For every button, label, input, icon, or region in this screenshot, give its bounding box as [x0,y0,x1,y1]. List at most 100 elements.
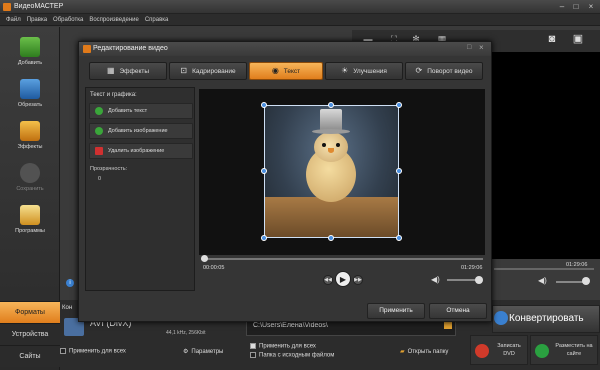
sidebar-effects-button[interactable]: Эффекты [4,117,56,161]
edit-video-dialog: Редактирование видео □ × ▦ Эффекты ⊡ Кадри… [78,41,492,322]
resize-handle-bc[interactable] [328,235,334,241]
resize-handle-mr[interactable] [396,168,402,174]
tab-effects[interactable]: ▦ Эффекты [89,62,167,80]
resize-handle-bl[interactable] [261,235,267,241]
resize-handle-tr[interactable] [396,102,402,108]
convert-icon [494,311,508,325]
apply-button[interactable]: Применить [367,303,425,319]
dvd-icon [475,344,489,358]
dialog-video-preview [199,89,485,255]
folder-icon[interactable]: ▣ [572,34,584,45]
dialog-timeline[interactable] [201,258,483,260]
sidebar-add-label: Добавить [17,60,43,66]
resize-handle-tl[interactable] [261,102,267,108]
sidebar-add-button[interactable]: Добавить [4,33,56,77]
convert-label: Конвертировать [509,313,584,324]
checkbox-box-2[interactable] [250,343,256,349]
play-button[interactable]: ▶ [335,271,351,287]
time-start: 00:00:05 [203,265,225,271]
publish-button[interactable]: Разместить на сайте [530,335,598,365]
tab-text[interactable]: ◉ Текст [249,62,323,80]
main-volume-icon[interactable]: ◀) [538,276,547,285]
resize-handle-tc[interactable] [328,102,334,108]
dialog-maximize-icon[interactable]: □ [467,44,471,51]
tab-rotate-label: Поворот видео [427,68,473,75]
tab-crop[interactable]: ⊡ Кадрирование [169,62,247,80]
add-image-icon [95,127,103,135]
dialog-app-icon [83,45,91,53]
sidebar-crop-button[interactable]: Обрезать [4,75,56,119]
cancel-button[interactable]: Отмена [429,303,487,319]
checkbox-box-3[interactable] [250,352,256,358]
menu-playback[interactable]: Воспроизведение [89,14,139,26]
transparency-label: Прозрачность: [90,166,128,172]
menu-file[interactable]: Файл [6,14,21,26]
timeline-knob[interactable] [201,255,208,262]
convert-button[interactable]: Конвертировать [492,305,600,333]
transparency-value[interactable]: 0 [98,176,101,182]
sidebar-effects-label: Эффекты [17,144,43,150]
menu-edit[interactable]: Правка [27,14,47,26]
maximize-icon[interactable]: □ [570,2,582,12]
publish-label: Разместить на сайте [555,343,593,357]
close-icon[interactable]: × [585,2,597,12]
dialog-title: Редактирование видео [93,45,168,52]
tab-sites[interactable]: Сайты [0,345,60,367]
programs-icon [20,205,40,225]
sidebar-programs-button[interactable]: Программы [4,201,56,245]
snapshot-icon[interactable]: ◙ [546,34,558,45]
source-folder-label: Папка с исходным файлом [259,352,335,359]
menu-bar: Файл Правка Обработка Воспроизведение Справк… [0,14,600,26]
apply-all-checkbox-2[interactable]: Применить для всех [250,343,316,350]
crop-icon [20,79,40,99]
gear-icon: ⚙ [183,349,189,355]
params-label: Параметры [191,349,224,355]
burn-dvd-button[interactable]: Записать DVD [470,335,528,365]
open-folder-label: Открыть папку [407,349,449,355]
remove-image-button[interactable]: Удалить изображение [89,143,193,159]
resize-handle-ml[interactable] [261,168,267,174]
apply-all-label: Применить для всех [69,348,126,355]
checkbox-box[interactable] [60,348,66,354]
sidebar-programs-label: Программы [15,228,45,234]
add-text-button[interactable]: Добавить текст [89,103,193,119]
enhance-tab-icon: ☀ [341,66,349,75]
minimize-icon[interactable]: – [556,2,568,12]
open-folder-button[interactable]: ▰ Открыть папку [400,348,448,355]
save-icon [20,163,40,183]
resize-handle-br[interactable] [396,235,402,241]
info-icon[interactable]: i [66,279,74,287]
main-preview [490,52,600,259]
params-button[interactable]: ⚙ Параметры [183,348,223,355]
text-graphics-panel: Текст и графика: Добавить текст Добавить… [85,87,195,291]
tab-rotate[interactable]: ⟳ Поворот видео [405,62,483,80]
sidebar-save-button[interactable]: Сохранить [4,159,56,203]
browse-folder-icon[interactable] [444,322,452,329]
sidebar-save-label: Сохранить [16,186,44,192]
time-end: 01:29:06 [461,265,483,271]
rotate-tab-icon: ⟳ [415,66,423,75]
text-tab-icon: ◉ [271,66,279,75]
left-sidebar: Добавить Обрезать Эффекты Сохранить Прог… [0,27,60,370]
add-video-icon [20,37,40,57]
prev-frame-button[interactable]: ◀◀ [323,275,333,285]
tab-enhance[interactable]: ☀ Улучшения [325,62,403,80]
next-frame-button[interactable]: ▶▶ [353,275,363,285]
add-image-button[interactable]: Добавить изображение [89,123,193,139]
add-text-icon [95,107,103,115]
volume-icon[interactable]: ◀) [431,275,440,284]
menu-help[interactable]: Справка [145,14,169,26]
effects-tab-icon: ▦ [106,66,115,75]
dialog-close-icon[interactable]: × [479,43,484,52]
source-folder-checkbox[interactable]: Папка с исходным файлом [250,352,334,359]
menu-process[interactable]: Обработка [53,14,83,26]
tab-devices[interactable]: Устройства [0,323,60,345]
volume-knob[interactable] [475,276,483,284]
tab-formats[interactable]: Форматы [0,301,60,323]
selection-frame[interactable] [264,105,399,238]
apply-all-checkbox[interactable]: Применить для всех [60,348,126,355]
app-title: ВидеоМАСТЕР [14,3,64,10]
main-timeline[interactable] [494,268,594,270]
tab-crop-label: Кадрирование [192,68,236,75]
main-volume-knob[interactable] [582,277,590,285]
